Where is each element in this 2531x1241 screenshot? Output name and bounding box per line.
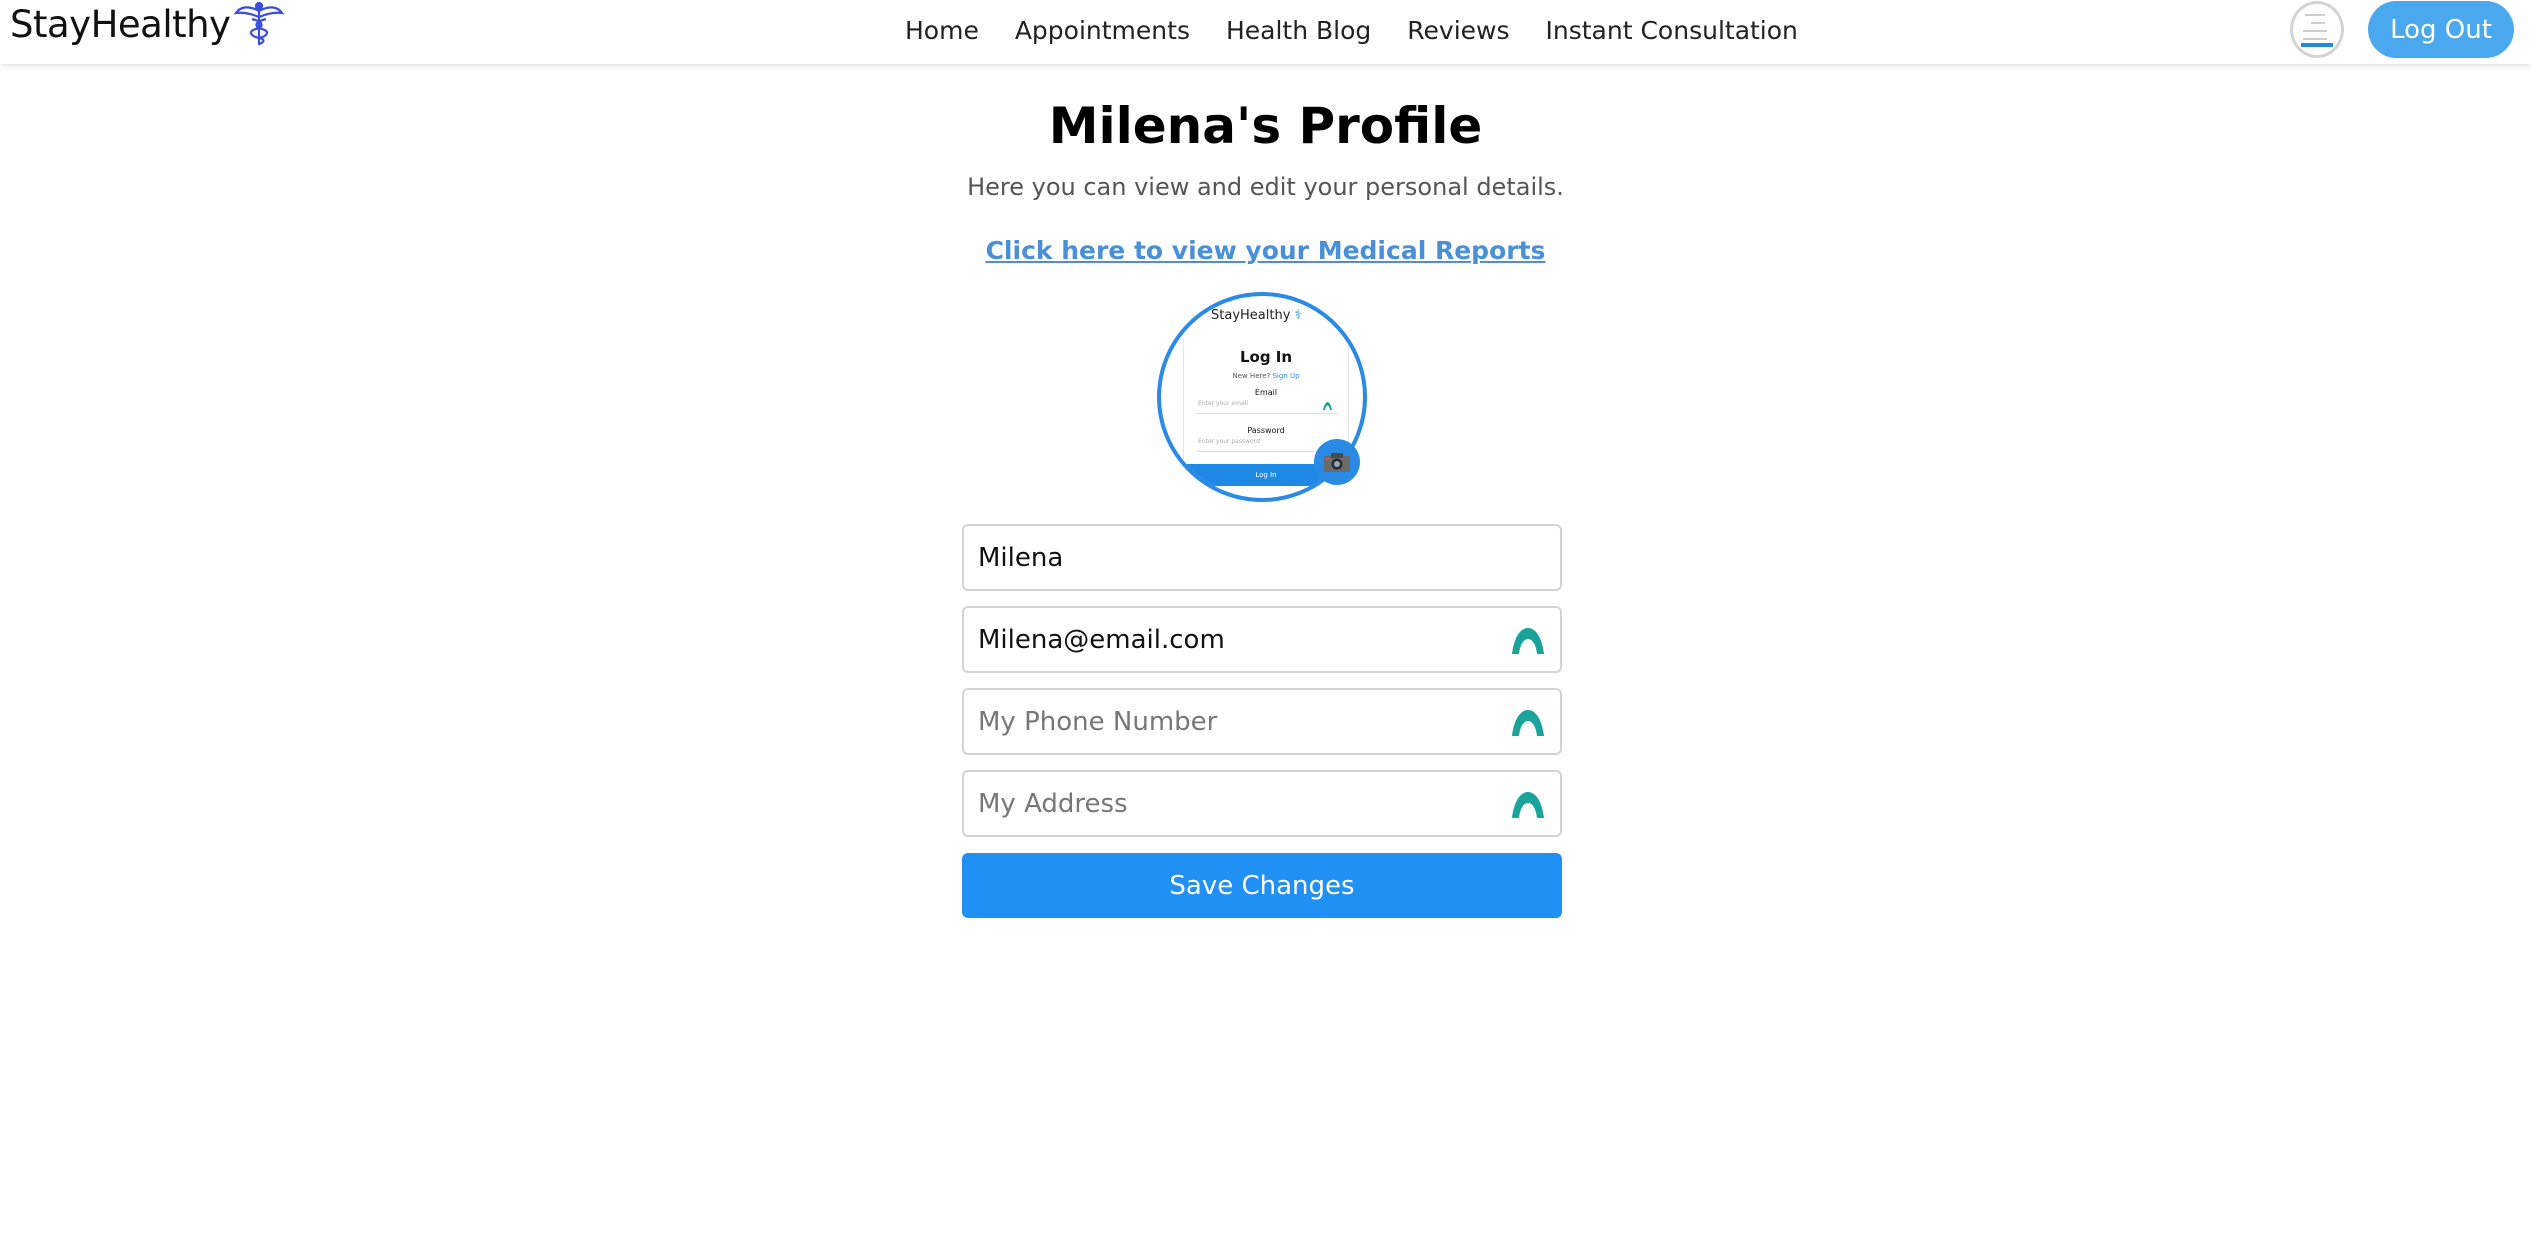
password-manager-icon[interactable] bbox=[1512, 628, 1544, 654]
save-changes-button[interactable]: Save Changes bbox=[962, 853, 1562, 918]
email-input[interactable] bbox=[978, 608, 1488, 671]
avatar-thumbnail-line bbox=[2311, 22, 2325, 24]
nav-instant-consultation[interactable]: Instant Consultation bbox=[1546, 16, 1798, 45]
preview-caduceus-icon: ⚕ bbox=[1290, 308, 1302, 323]
preview-brand: StayHealthy ⚕ bbox=[1211, 308, 1302, 323]
name-input[interactable] bbox=[978, 526, 1488, 589]
phone-field bbox=[962, 688, 1562, 755]
brand-logo[interactable]: StayHealthy bbox=[10, 0, 285, 48]
address-input[interactable] bbox=[978, 772, 1488, 835]
avatar-thumbnail-line bbox=[2303, 38, 2327, 40]
avatar-thumbnail-line bbox=[2305, 14, 2325, 16]
nav-reviews[interactable]: Reviews bbox=[1407, 16, 1509, 45]
avatar-thumbnail-line bbox=[2303, 30, 2327, 32]
preview-signup-link: Sign Up bbox=[1272, 372, 1300, 380]
preview-email-input: Enter your email bbox=[1196, 400, 1338, 414]
preview-password-label: Password bbox=[1247, 426, 1285, 435]
camera-icon bbox=[1324, 453, 1350, 472]
phone-input[interactable] bbox=[978, 690, 1488, 753]
profile-avatar-button[interactable] bbox=[2290, 1, 2344, 58]
preview-email-label: Email bbox=[1254, 388, 1278, 397]
caduceus-icon bbox=[234, 1, 285, 46]
preview-new-here: New Here? Sign Up bbox=[1184, 372, 1348, 380]
preview-email-placeholder: Enter your email bbox=[1198, 400, 1248, 407]
address-field bbox=[962, 770, 1562, 837]
avatar-thumbnail-bar bbox=[2301, 43, 2333, 47]
preview-heading: Log In bbox=[1239, 348, 1293, 366]
navbar: StayHealthy Home Appointments Health Blo… bbox=[0, 0, 2531, 64]
profile-picture-container: StayHealthy ⚕ Log In New Here? Sign Up E… bbox=[1157, 292, 1367, 502]
preview-password-placeholder: Enter your password bbox=[1198, 438, 1260, 445]
name-field bbox=[962, 524, 1562, 591]
nav-health-blog[interactable]: Health Blog bbox=[1226, 16, 1371, 45]
page-title: Milena's Profile bbox=[1048, 97, 1483, 155]
medical-reports-link[interactable]: Click here to view your Medical Reports bbox=[0, 236, 2531, 265]
page-subtitle: Here you can view and edit your personal… bbox=[967, 173, 1564, 201]
preview-new-here-text: New Here? bbox=[1232, 372, 1271, 380]
password-manager-icon[interactable] bbox=[1512, 710, 1544, 736]
preview-password-manager-icon bbox=[1323, 402, 1332, 410]
nav-appointments[interactable]: Appointments bbox=[1015, 16, 1190, 45]
preview-brand-text: StayHealthy bbox=[1211, 308, 1291, 323]
password-manager-icon[interactable] bbox=[1512, 792, 1544, 818]
nav-home[interactable]: Home bbox=[905, 16, 979, 45]
brand-name: StayHealthy bbox=[10, 2, 231, 46]
logout-button[interactable]: Log Out bbox=[2368, 1, 2514, 58]
change-photo-button[interactable] bbox=[1314, 439, 1360, 485]
email-field bbox=[962, 606, 1562, 673]
nav-links: Home Appointments Health Blog Reviews In… bbox=[905, 12, 1798, 48]
